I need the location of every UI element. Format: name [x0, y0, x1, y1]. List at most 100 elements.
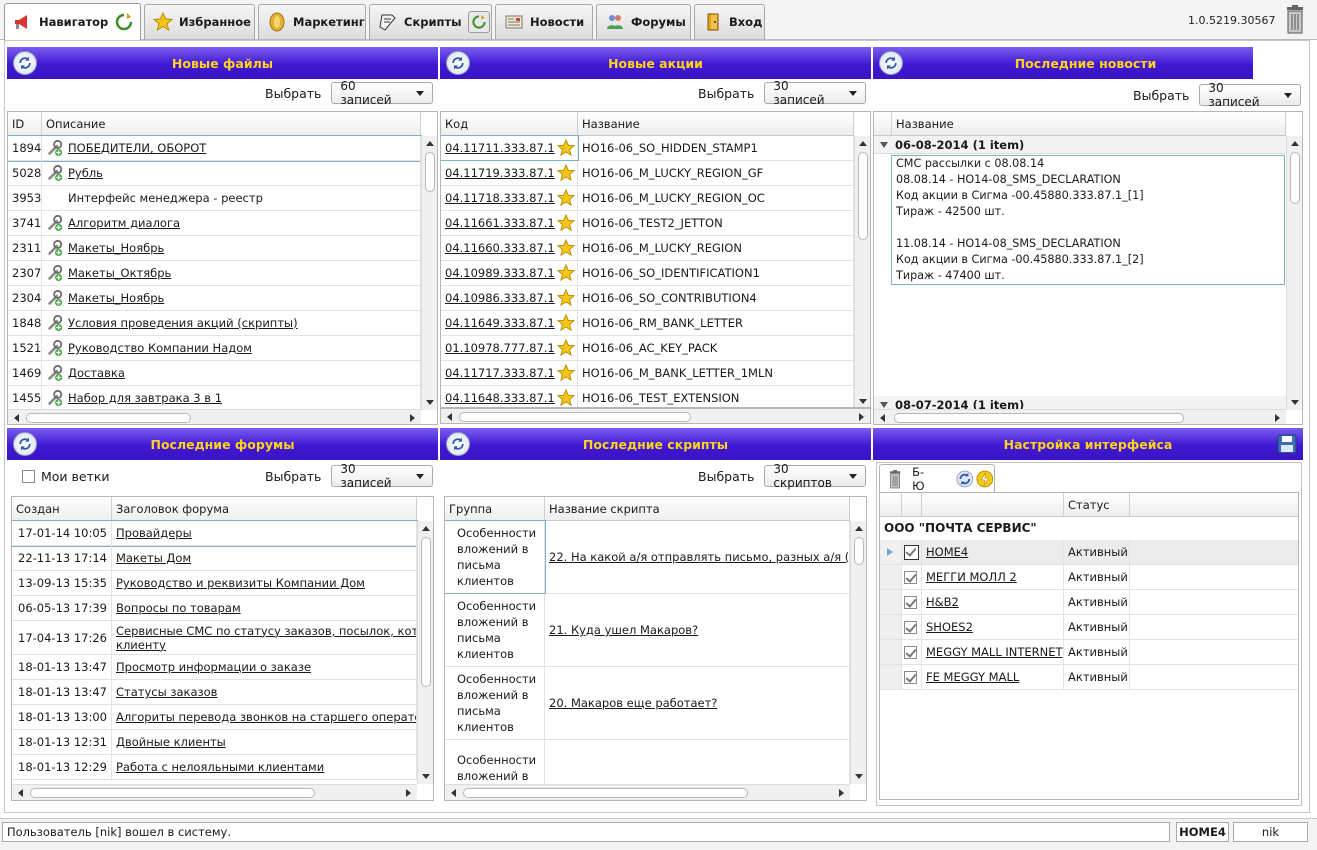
- my-branches-checkbox[interactable]: [22, 469, 35, 483]
- column-header[interactable]: Заголовок форума: [112, 497, 417, 520]
- favorite-star-icon[interactable]: [556, 364, 575, 382]
- tab-marketing[interactable]: Маркетинг: [258, 4, 366, 39]
- table-row[interactable]: 17-04-13 17:26 Сервисные СМС по статусу з…: [12, 621, 417, 655]
- tab-favorites[interactable]: Избранное: [144, 4, 255, 39]
- news-item[interactable]: СМС рассылки с 08.08.14 08.08.14 - НО14-0…: [891, 155, 1285, 285]
- forums-count-dropdown[interactable]: 30 записей: [331, 462, 434, 490]
- file-link[interactable]: Алгоритм диалога: [68, 216, 180, 230]
- table-row[interactable]: 18-01-13 12:31 Двойные клиенты: [12, 730, 417, 755]
- script-link[interactable]: 22. На какой а/я отправлять письмо, разн…: [549, 550, 849, 564]
- column-header[interactable]: Название скрипта: [545, 497, 850, 520]
- table-row[interactable]: 1469 Доставка: [8, 361, 421, 386]
- forum-link[interactable]: Вопросы по товарам: [116, 601, 241, 615]
- table-row[interactable]: Особенности вложений в письма клиентов 22. Н…: [445, 520, 850, 594]
- table-row[interactable]: 13-09-13 15:35 Руководство и реквизиты Ко…: [12, 571, 417, 596]
- shop-link[interactable]: H&B2: [926, 595, 959, 609]
- news-group-header[interactable]: 06-08-2014 (1 item): [874, 136, 1286, 154]
- favorite-star-icon[interactable]: [556, 339, 575, 357]
- forum-link[interactable]: Статусы заказов: [116, 685, 217, 699]
- table-row[interactable]: МЕГГИ МОЛЛ 2 Активный: [880, 565, 1298, 590]
- shop-link[interactable]: SHOES2: [926, 620, 973, 634]
- scripts-panel-refresh-button[interactable]: [446, 432, 470, 456]
- table-row[interactable]: H&B2 Активный: [880, 590, 1298, 615]
- table-row[interactable]: Особенности вложений в письма клиентов 21. К…: [445, 594, 850, 667]
- column-header[interactable]: Группа: [445, 497, 545, 520]
- favorite-star-icon[interactable]: [556, 189, 575, 207]
- trash-icon[interactable]: [1284, 4, 1306, 34]
- favorite-star-icon[interactable]: [556, 264, 575, 282]
- file-link[interactable]: ПОБЕДИТЕЛИ, ОБОРОТ: [68, 141, 206, 155]
- horizontal-scrollbar[interactable]: [440, 408, 871, 424]
- script-link[interactable]: 20. Макаров еще работает?: [549, 696, 717, 710]
- promo-code-link[interactable]: 04.10989.333.87.1: [445, 266, 555, 280]
- table-row[interactable]: FE MEGGY MALL Активный: [880, 665, 1298, 690]
- collapse-icon[interactable]: [880, 401, 888, 408]
- tab-navigator[interactable]: Навигатор: [4, 3, 141, 40]
- table-row[interactable]: 04.10989.333.87.1 НО16-06_SO_IDENTIFICATI…: [441, 261, 854, 286]
- file-link[interactable]: Рубль: [68, 166, 103, 180]
- promo-code-link[interactable]: 04.10986.333.87.1: [445, 291, 555, 305]
- refresh-icon[interactable]: [956, 469, 974, 489]
- table-row[interactable]: 2311 Макеты_Ноябрь: [8, 236, 421, 261]
- enable-checkbox[interactable]: [904, 670, 917, 684]
- favorite-star-icon[interactable]: [556, 389, 575, 407]
- enable-checkbox[interactable]: [904, 620, 917, 634]
- forum-link[interactable]: Руководство и реквизиты Компании Дом: [116, 576, 365, 590]
- forums-refresh-button[interactable]: [13, 432, 37, 456]
- table-row[interactable]: 04.10986.333.87.1 НО16-06_SO_CONTRIBUTION…: [441, 286, 854, 311]
- promo-code-link[interactable]: 04.11711.333.87.1: [445, 141, 555, 155]
- shop-link[interactable]: МЕГГИ МОЛЛ 2: [926, 570, 1017, 584]
- enable-checkbox[interactable]: [904, 645, 917, 659]
- forum-link-continued[interactable]: клиенту: [116, 638, 166, 652]
- table-row[interactable]: 04.11717.333.87.1 НО16-06_M_BANK_LETTER_1…: [441, 361, 854, 386]
- forum-link[interactable]: Макеты Дом: [116, 551, 191, 565]
- collapse-icon[interactable]: [880, 141, 888, 148]
- table-row[interactable]: 04.11649.333.87.1 НО16-06_RM_BANK_LETTER: [441, 311, 854, 336]
- tab-scripts[interactable]: Скрипты: [369, 4, 492, 39]
- script-link[interactable]: 21. Куда ушел Макаров?: [549, 623, 698, 637]
- table-row[interactable]: 2304 Макеты_Ноябрь: [8, 286, 421, 311]
- favorite-star-icon[interactable]: [556, 214, 575, 232]
- vertical-scrollbar[interactable]: [417, 521, 433, 784]
- table-row[interactable]: 18-01-13 13:47 Статусы заказов: [12, 680, 417, 705]
- horizontal-scrollbar[interactable]: [445, 784, 850, 800]
- column-header[interactable]: Статус: [1064, 493, 1130, 516]
- table-row[interactable]: HOME4 Активный: [880, 540, 1298, 565]
- table-row[interactable]: 1894 ПОБЕДИТЕЛИ, ОБОРОТ: [8, 135, 422, 162]
- favorite-star-icon[interactable]: [556, 164, 575, 182]
- promo-code-link[interactable]: 04.11649.333.87.1: [445, 316, 555, 330]
- column-header[interactable]: Название: [892, 112, 1286, 135]
- column-header[interactable]: Название: [578, 112, 854, 135]
- table-row[interactable]: 18-01-13 12:29 Работа с нелояльными клиен…: [12, 755, 417, 780]
- tab-forums[interactable]: Форумы: [596, 4, 691, 39]
- files-count-dropdown[interactable]: 60 записей: [331, 79, 434, 107]
- lightning-icon[interactable]: [976, 469, 994, 489]
- table-row[interactable]: 04.11660.333.87.1 НО16-06_M_LUCKY_REGION: [441, 236, 854, 261]
- table-row[interactable]: 04.11718.333.87.1 НО16-06_M_LUCKY_REGION_…: [441, 186, 854, 211]
- enable-checkbox[interactable]: [904, 570, 917, 584]
- table-row[interactable]: 3953 Интерфейс менеджера - реестр: [8, 186, 421, 211]
- table-row[interactable]: 1521 Руководство Компании Надом: [8, 336, 421, 361]
- promo-code-link[interactable]: 04.11648.333.87.1: [445, 391, 555, 405]
- vertical-scrollbar[interactable]: [854, 136, 870, 407]
- table-row[interactable]: 18-01-13 13:00 Алгориты перевода звонков …: [12, 705, 417, 730]
- horizontal-scrollbar[interactable]: [874, 409, 1286, 424]
- settings-tab-b-yu[interactable]: Б-Ю: [879, 464, 995, 493]
- refresh-icon[interactable]: [114, 12, 134, 32]
- column-header-name[interactable]: [922, 493, 1064, 516]
- file-link[interactable]: Набор для завтрака 3 в 1: [68, 391, 222, 405]
- table-row[interactable]: 1848 Условия проведения акций (скрипты): [8, 311, 421, 336]
- table-row[interactable]: SHOES2 Активный: [880, 615, 1298, 640]
- tab-news[interactable]: Новости: [495, 4, 593, 39]
- table-row[interactable]: 04.11719.333.87.1 НО16-06_M_LUCKY_REGION_…: [441, 161, 854, 186]
- column-header[interactable]: ID: [8, 112, 42, 135]
- tab-login[interactable]: Вход: [694, 4, 765, 39]
- promo-code-link[interactable]: 04.11718.333.87.1: [445, 191, 555, 205]
- file-link[interactable]: Макеты_Ноябрь: [68, 241, 164, 255]
- table-row[interactable]: 06-05-13 17:39 Вопросы по товарам: [12, 596, 417, 621]
- favorite-star-icon[interactable]: [556, 139, 575, 157]
- favorite-star-icon[interactable]: [556, 239, 575, 257]
- my-branches-row[interactable]: Мои ветки: [22, 465, 110, 487]
- forum-link[interactable]: Просмотр информации о заказе: [116, 660, 311, 674]
- scripts-count-dropdown[interactable]: 30 скриптов: [764, 462, 867, 490]
